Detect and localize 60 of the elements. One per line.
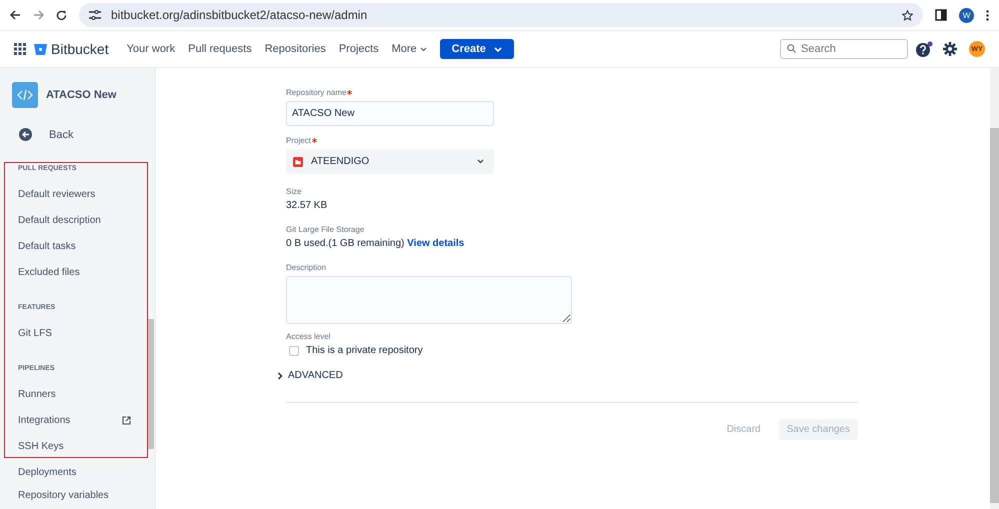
project-select[interactable]: ATEENDIGO [286, 149, 494, 174]
size-value: 32.57 KB [286, 200, 328, 211]
nav-link[interactable]: Repositories [264, 43, 326, 55]
view-details-link[interactable]: View details [407, 238, 464, 249]
sidebar-item[interactable]: Git LFS [18, 328, 52, 338]
sidebar-item[interactable]: Excluded files [18, 266, 80, 278]
back-arrow-icon[interactable] [19, 128, 32, 141]
field-label: Project [286, 136, 858, 145]
site-settings-icon[interactable] [89, 10, 101, 20]
reload-icon[interactable] [56, 10, 67, 20]
description-field[interactable] [286, 276, 572, 324]
nav-link[interactable]: Pull requests [188, 43, 252, 55]
create-button[interactable]: Create [440, 39, 514, 59]
caret-icon [494, 47, 502, 52]
field-label: Size [286, 187, 303, 196]
chevron-down-icon [477, 159, 484, 164]
caret-icon [420, 47, 427, 52]
settings-icon[interactable] [943, 42, 957, 56]
star-icon[interactable] [902, 10, 913, 20]
sidebar-item[interactable]: Repository variables [18, 490, 109, 500]
sidebar-item[interactable]: Default tasks [18, 240, 76, 252]
field-label: Description [286, 263, 328, 272]
search-field[interactable]: Search [780, 39, 908, 59]
repository-name[interactable]: ATACSO New [46, 89, 116, 101]
nav-link[interactable]: Projects [338, 43, 379, 55]
scrollbar[interactable] [990, 68, 999, 509]
bucket-logo-icon [34, 42, 47, 56]
checkbox-label[interactable]: This is a private repository [306, 345, 423, 356]
field-label: Access level [286, 332, 332, 341]
code-icon [12, 82, 38, 108]
sidebar-item[interactable]: Deployments [18, 466, 76, 478]
logo-text[interactable]: Bitbucket [51, 41, 109, 57]
field-label: Git Large File Storage [286, 225, 366, 234]
repository-name-field[interactable]: ATACSO New [286, 101, 494, 126]
back-arrow-icon[interactable] [10, 10, 21, 20]
field-label: Repository name [286, 88, 858, 97]
sidebar-item[interactable]: SSH Keys [18, 440, 64, 452]
chevron-right-icon [277, 372, 283, 380]
external-link-icon [122, 416, 131, 424]
back-link[interactable]: Back [49, 128, 74, 140]
app-switcher-icon[interactable] [14, 43, 26, 55]
sidebar-item[interactable]: Default reviewers [18, 188, 96, 200]
asterisk-icon [347, 90, 352, 95]
side-panel-icon[interactable] [935, 9, 947, 21]
advanced-toggle[interactable]: ADVANCED [277, 370, 858, 381]
help-icon[interactable] [916, 41, 933, 57]
storage-usage: 0 B used.(1 GB remaining) [286, 238, 404, 249]
url-text: bitbucket.org/adinsbitbucket2/atacso-new/admin [111, 8, 368, 22]
nav-link[interactable]: More [392, 43, 427, 55]
sidebar-item[interactable]: Integrations [18, 414, 70, 426]
asterisk-icon [312, 138, 317, 143]
folder-icon [293, 156, 303, 166]
profile-avatar[interactable]: W [959, 8, 974, 22]
sidebar-item[interactable]: Default description [18, 214, 101, 226]
sidebar-item[interactable]: Runners [18, 388, 56, 400]
address-bar[interactable]: bitbucket.org/adinsbitbucket2/atacso-new/admin [79, 3, 923, 27]
checkbox[interactable] [289, 346, 299, 356]
nav-link[interactable]: Your work [126, 43, 176, 55]
forward-arrow-icon[interactable] [33, 10, 44, 20]
menu-icon[interactable] [986, 10, 989, 20]
